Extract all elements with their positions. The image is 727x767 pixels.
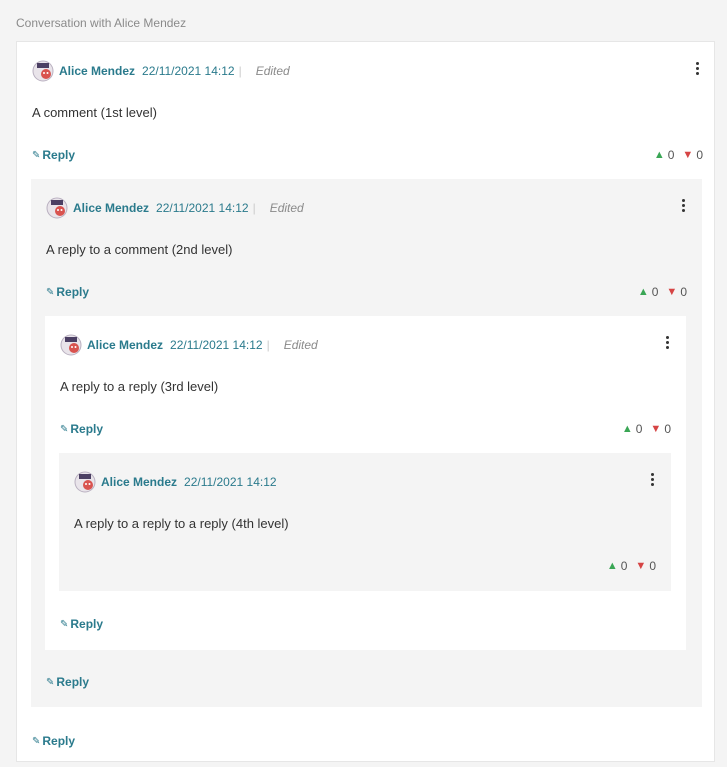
upvote-button[interactable]: ▲ 0 [622, 422, 643, 436]
edited-label: Edited [269, 201, 304, 215]
author-name[interactable]: Alice Mendez [87, 338, 163, 352]
downvote-count: 0 [664, 422, 671, 436]
downvote-count: 0 [680, 285, 687, 299]
reply-button[interactable]: ✎ Reply [46, 675, 89, 689]
chevron-up-icon: ▲ [606, 560, 618, 572]
chevron-up-icon: ▲ [621, 423, 633, 435]
comment-text: A reply to a reply (3rd level) [60, 379, 219, 394]
downvote-button[interactable]: ▼ 0 [650, 422, 671, 436]
downvote-count: 0 [649, 559, 656, 573]
edited-label: Edited [283, 338, 318, 352]
comment-text: A comment (1st level) [32, 105, 157, 120]
conversation-card: Alice Mendez 22/11/2021 14:12 | Edited A… [16, 41, 715, 762]
comment-text: A reply to a reply to a reply (4th level… [74, 516, 289, 531]
avatar[interactable] [46, 197, 68, 219]
comment-header: Alice Mendez 22/11/2021 14:12 | Edited [46, 197, 304, 219]
comment-date[interactable]: 22/11/2021 14:12 [170, 338, 263, 352]
avatar[interactable] [74, 471, 96, 493]
upvote-count: 0 [635, 422, 643, 436]
upvote-count: 0 [620, 559, 628, 573]
upvote-button[interactable]: ▲ 0 [654, 148, 675, 162]
comment-header: Alice Mendez 22/11/2021 14:12 | Edited [60, 334, 318, 356]
comment-date[interactable]: 22/11/2021 14:12 [142, 64, 235, 78]
chevron-down-icon: ▼ [666, 286, 678, 298]
upvote-button[interactable]: ▲ 0 [638, 285, 659, 299]
chevron-up-icon: ▲ [637, 286, 649, 298]
separator: | [266, 338, 270, 352]
pencil-icon: ✎ [46, 676, 55, 688]
downvote-button[interactable]: ▼ 0 [666, 285, 687, 299]
pencil-icon: ✎ [60, 618, 69, 630]
comment-text: A reply to a comment (2nd level) [46, 242, 233, 257]
comment-header: Alice Mendez 22/11/2021 14:12 [74, 471, 281, 493]
vote-group: ▲ 0 ▼ 0 [654, 148, 703, 162]
author-name[interactable]: Alice Mendez [101, 475, 177, 489]
chevron-down-icon: ▼ [635, 560, 647, 572]
downvote-button[interactable]: ▼ 0 [682, 148, 703, 162]
chevron-down-icon: ▼ [682, 149, 694, 161]
author-name[interactable]: Alice Mendez [59, 64, 135, 78]
separator: | [238, 64, 242, 78]
upvote-button[interactable]: ▲ 0 [607, 559, 628, 573]
reply-thread-level-2: Alice Mendez 22/11/2021 14:12 | Edited A… [31, 179, 702, 707]
comment-header: Alice Mendez 22/11/2021 14:12 | Edited [32, 60, 290, 82]
edited-label: Edited [255, 64, 290, 78]
comment-date[interactable]: 22/11/2021 14:12 [156, 201, 249, 215]
reply-thread-level-3: Alice Mendez 22/11/2021 14:12 | Edited A… [45, 316, 686, 650]
upvote-count: 0 [667, 148, 675, 162]
comment-menu-button[interactable] [662, 334, 672, 350]
pencil-icon: ✎ [32, 735, 41, 747]
avatar[interactable] [32, 60, 54, 82]
vote-group: ▲ 0 ▼ 0 [607, 559, 656, 573]
comment-date[interactable]: 22/11/2021 14:12 [184, 475, 277, 489]
pencil-icon: ✎ [32, 149, 41, 161]
page-title: Conversation with Alice Mendez [16, 16, 187, 30]
author-name[interactable]: Alice Mendez [73, 201, 149, 215]
reply-button[interactable]: ✎ Reply [60, 422, 103, 436]
chevron-up-icon: ▲ [653, 149, 665, 161]
reply-button[interactable]: ✎ Reply [32, 148, 75, 162]
separator: | [252, 201, 256, 215]
reply-button[interactable]: ✎ Reply [60, 617, 103, 631]
reply-button[interactable]: ✎ Reply [32, 734, 75, 748]
pencil-icon: ✎ [60, 423, 69, 435]
comment-menu-button[interactable] [692, 60, 702, 76]
upvote-count: 0 [651, 285, 659, 299]
comment-menu-button[interactable] [647, 471, 657, 487]
chevron-down-icon: ▼ [650, 423, 662, 435]
downvote-count: 0 [696, 148, 703, 162]
pencil-icon: ✎ [46, 286, 55, 298]
reply-button[interactable]: ✎ Reply [46, 285, 89, 299]
downvote-button[interactable]: ▼ 0 [635, 559, 656, 573]
avatar[interactable] [60, 334, 82, 356]
vote-group: ▲ 0 ▼ 0 [638, 285, 687, 299]
comment-menu-button[interactable] [678, 197, 688, 213]
reply-thread-level-4: Alice Mendez 22/11/2021 14:12 A reply to… [59, 453, 671, 591]
vote-group: ▲ 0 ▼ 0 [622, 422, 671, 436]
